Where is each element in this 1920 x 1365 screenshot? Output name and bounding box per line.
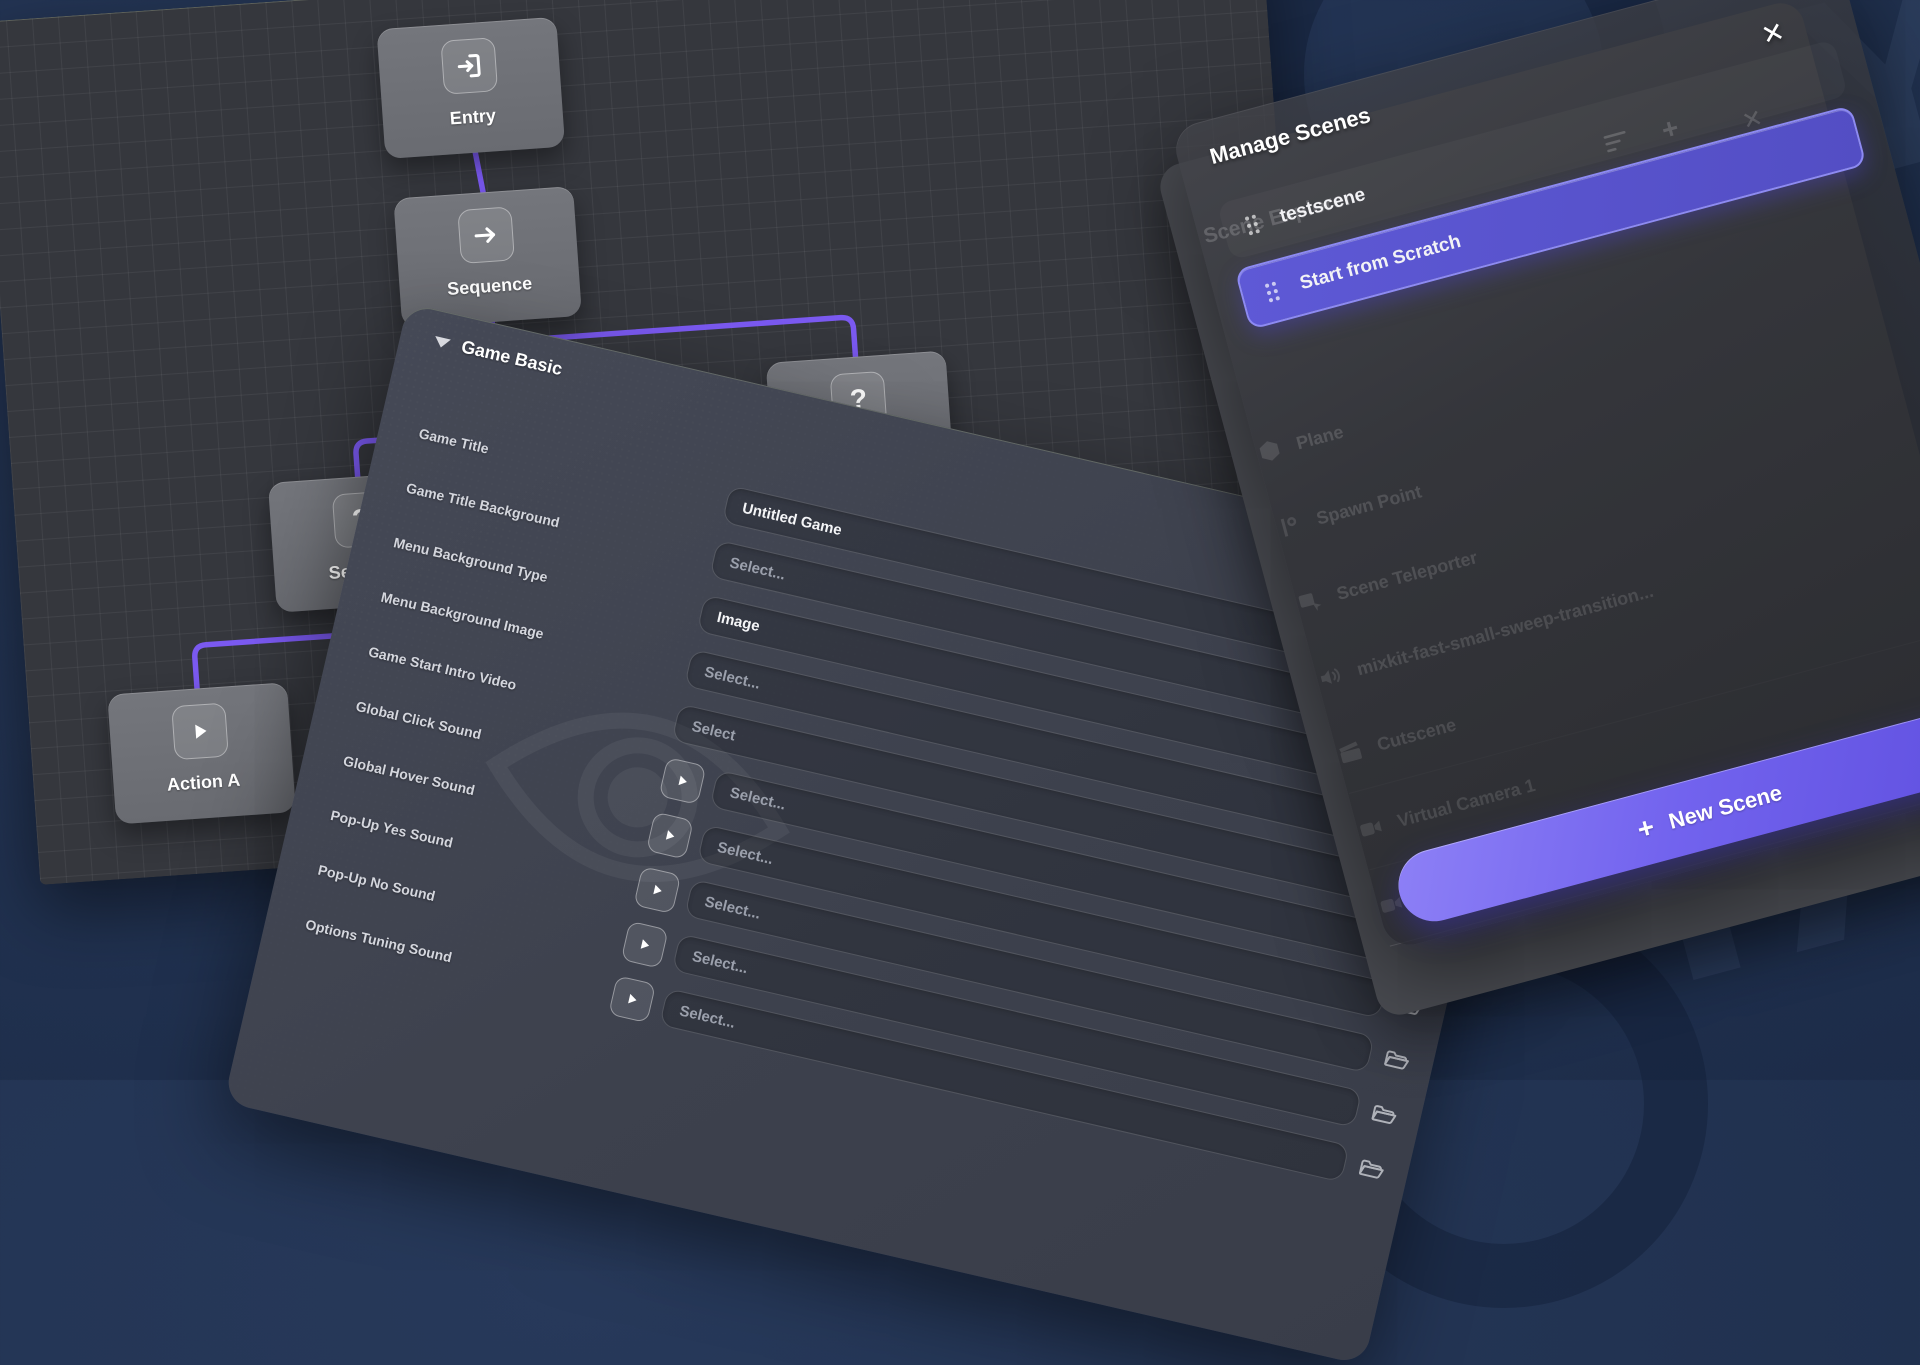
section-title: Game Basic bbox=[459, 336, 564, 380]
section-header[interactable]: Game Basic bbox=[432, 330, 564, 380]
new-scene-label: New Scene bbox=[1666, 780, 1785, 835]
folder-icon[interactable] bbox=[1354, 1154, 1387, 1186]
play-sound-button[interactable] bbox=[646, 812, 694, 860]
collapse-icon[interactable] bbox=[433, 335, 451, 348]
node-action-a[interactable]: Action A bbox=[107, 682, 296, 824]
node-label: Sequence bbox=[447, 273, 533, 300]
node-label: Action A bbox=[166, 770, 241, 796]
folder-icon[interactable] bbox=[1379, 1045, 1412, 1077]
play-icon bbox=[171, 703, 229, 761]
close-icon[interactable]: ✕ bbox=[1758, 16, 1788, 52]
arrow-right-icon bbox=[457, 206, 515, 264]
play-sound-button[interactable] bbox=[608, 975, 656, 1023]
enter-icon bbox=[440, 37, 498, 95]
folder-icon[interactable] bbox=[1367, 1099, 1400, 1131]
play-sound-button[interactable] bbox=[633, 866, 681, 914]
play-sound-button[interactable] bbox=[659, 757, 707, 805]
play-sound-button[interactable] bbox=[621, 921, 669, 969]
drag-handle-icon[interactable] bbox=[1243, 212, 1262, 237]
node-entry[interactable]: Entry bbox=[376, 17, 565, 159]
node-label: Entry bbox=[449, 105, 496, 129]
drag-handle-icon[interactable] bbox=[1263, 280, 1282, 305]
scene-name: Start from Scratch bbox=[1298, 231, 1464, 295]
plus-icon: + bbox=[1634, 813, 1657, 844]
node-sequence[interactable]: Sequence bbox=[393, 186, 582, 328]
scene-name: testscene bbox=[1278, 184, 1368, 228]
modal-title: Manage Scenes bbox=[1207, 102, 1373, 170]
